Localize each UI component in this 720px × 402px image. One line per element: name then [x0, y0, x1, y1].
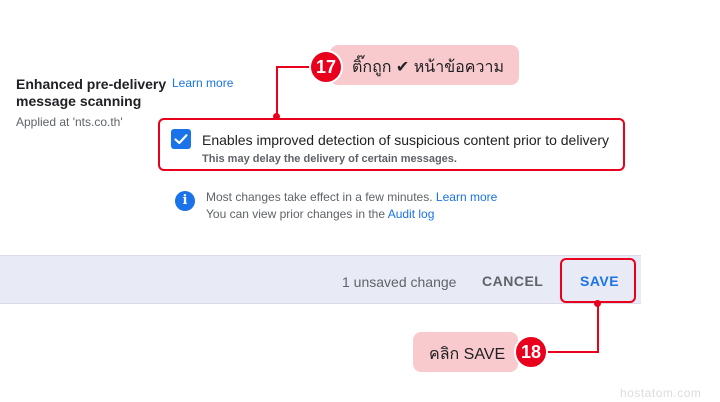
callout-17-text: ติ๊กถูก ✔ หน้าข้อความ [352, 59, 504, 76]
highlight-checkbox-row [158, 118, 625, 171]
connector-17-vertical [276, 66, 278, 117]
info-line-2-text: You can view prior changes in the [206, 207, 386, 221]
highlight-save-button [560, 258, 636, 303]
setting-title: Enhanced pre-delivery message scanning [16, 76, 167, 109]
connector-17-horizontal [276, 66, 312, 68]
info-line-1-text: Most changes take effect in a few minute… [206, 190, 433, 204]
action-bar [0, 255, 641, 304]
audit-log-link[interactable]: Audit log [388, 207, 435, 221]
setting-applied-at: Applied at 'nts.co.th' [16, 115, 123, 129]
connector-18-horizontal [547, 351, 599, 353]
cancel-button[interactable]: CANCEL [482, 273, 543, 289]
step-badge-17: 17 [309, 50, 343, 84]
info-icon: i [175, 191, 195, 211]
connector-18-vertical [597, 303, 599, 353]
callout-18-text: คลิก SAVE [429, 346, 506, 363]
unsaved-changes-text: 1 unsaved change [342, 274, 457, 290]
info-line-2: You can view prior changes in the Audit … [206, 207, 434, 221]
info-learn-more-link[interactable]: Learn more [436, 190, 497, 204]
watermark: hostatom.com [620, 386, 702, 400]
learn-more-link[interactable]: Learn more [172, 76, 233, 90]
connector-17-dot [273, 113, 280, 120]
callout-17: ติ๊กถูก ✔ หน้าข้อความ [330, 45, 519, 85]
connector-18-dot [594, 300, 601, 307]
callout-18: คลิก SAVE [413, 332, 518, 372]
info-line-1: Most changes take effect in a few minute… [206, 190, 497, 204]
step-badge-18: 18 [514, 335, 548, 369]
